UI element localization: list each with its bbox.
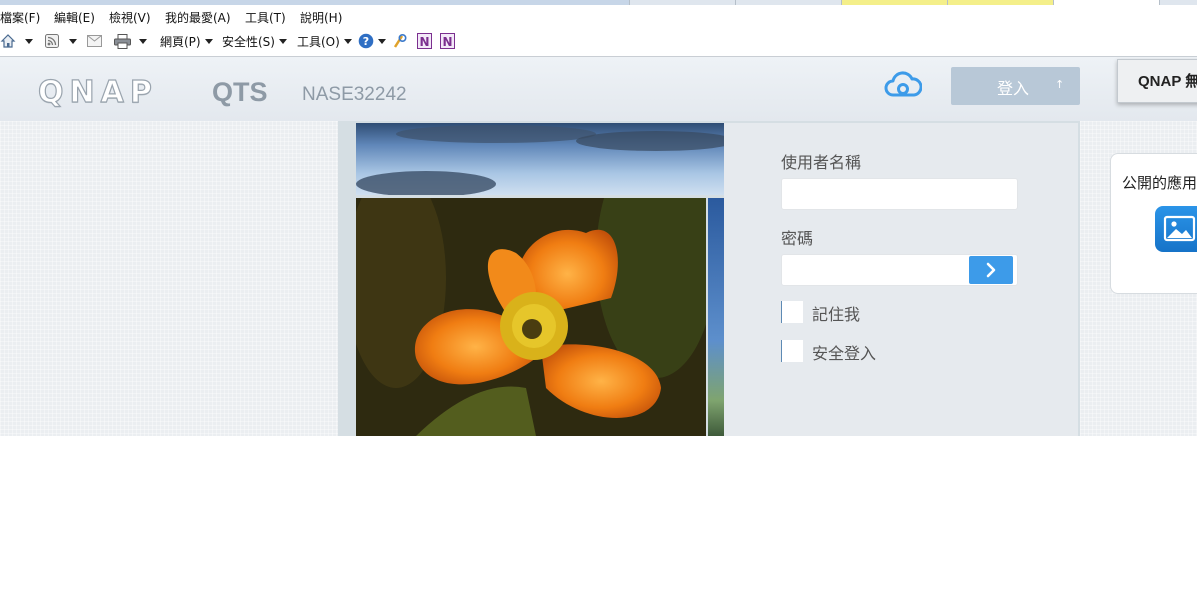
chevron-down-icon (139, 38, 147, 44)
arrow-up-icon: ↑ (1055, 78, 1065, 91)
username-input[interactable] (781, 178, 1018, 210)
home-icon (0, 34, 16, 48)
print-button[interactable] (114, 32, 147, 50)
chevron-down-icon (25, 38, 33, 44)
secure-login-checkbox[interactable] (781, 340, 803, 362)
cloud-icon (884, 71, 923, 97)
public-apps-title: 公開的應用 (1122, 174, 1197, 192)
browser-menu-bar: 檔案(F) 編輯(E) 檢視(V) 我的最愛(A) 工具(T) 說明(H) (0, 5, 1197, 27)
research-button[interactable] (392, 32, 408, 50)
feeds-button[interactable] (45, 32, 77, 50)
chevron-down-icon (204, 38, 213, 44)
chevron-right-icon (986, 262, 996, 278)
home-button[interactable] (0, 32, 33, 50)
myqnapcloud-button[interactable] (884, 70, 923, 100)
research-icon (393, 33, 407, 48)
menu-edit[interactable]: 編輯(E) (54, 9, 95, 26)
safety-menu-button[interactable]: 安全性(S) (222, 32, 287, 50)
svg-text:?: ? (363, 35, 369, 48)
username-label: 使用者名稱 (781, 153, 862, 172)
qts-product-name: QTS (212, 77, 268, 107)
printer-icon (114, 33, 131, 49)
login-submit-button[interactable] (969, 256, 1013, 284)
flower-photo (356, 198, 706, 436)
nas-hostname: NASE32242 (302, 84, 407, 105)
login-button[interactable]: 登入 ↑ (951, 67, 1080, 105)
menu-favorites[interactable]: 我的最愛(A) (165, 9, 231, 26)
secure-login-label[interactable]: 安全登入 (812, 340, 876, 364)
menu-help[interactable]: 說明(H) (300, 9, 342, 26)
remember-me-checkbox[interactable] (781, 301, 803, 323)
onenote-button[interactable]: N (417, 32, 432, 50)
login-button-label: 登入 (997, 79, 1030, 98)
sky-photo (356, 123, 724, 195)
chevron-down-icon (278, 38, 287, 44)
svg-text:N: N (442, 35, 452, 49)
menu-view[interactable]: 檢視(V) (109, 9, 151, 26)
chevron-down-icon (69, 38, 77, 44)
mail-icon (87, 35, 102, 47)
safety-menu-label: 安全性(S) (222, 34, 275, 49)
photo-station-app[interactable] (1155, 206, 1197, 252)
public-apps-panel: 公開的應用 (1110, 153, 1197, 294)
read-mail-button[interactable] (87, 32, 102, 50)
page-menu-button[interactable]: 網頁(P) (160, 32, 213, 50)
password-label: 密碼 (781, 229, 814, 248)
onenote-icon: N (417, 33, 432, 49)
tools-menu-label: 工具(O) (297, 34, 340, 49)
menu-file[interactable]: 檔案(F) (0, 9, 40, 26)
qnap-logo: QNAP (37, 74, 158, 110)
chevron-down-icon (343, 38, 352, 44)
qts-header: QNAP QTS NASE32242 登入 ↑ QNAP 無 (0, 57, 1197, 121)
qnap-utility-tab-label: QNAP 無 (1138, 73, 1197, 90)
qnap-utility-tab[interactable]: QNAP 無 (1117, 59, 1197, 103)
remember-me-label[interactable]: 記住我 (812, 301, 860, 325)
svg-text:N: N (419, 35, 429, 49)
onenote-send-button[interactable]: N (440, 32, 455, 50)
help-menu-button[interactable]: ? (358, 32, 386, 50)
help-icon: ? (358, 33, 374, 49)
rss-feed-icon (45, 34, 59, 48)
menu-tools[interactable]: 工具(T) (245, 9, 286, 26)
page-menu-label: 網頁(P) (160, 34, 201, 49)
browser-command-bar: 網頁(P) 安全性(S) 工具(O) ? N N (0, 27, 1197, 57)
image-icon (1163, 215, 1196, 242)
onenote-icon: N (440, 33, 455, 49)
lake-photo (708, 198, 724, 436)
chevron-down-icon (378, 38, 386, 44)
tools-menu-button[interactable]: 工具(O) (297, 32, 352, 50)
